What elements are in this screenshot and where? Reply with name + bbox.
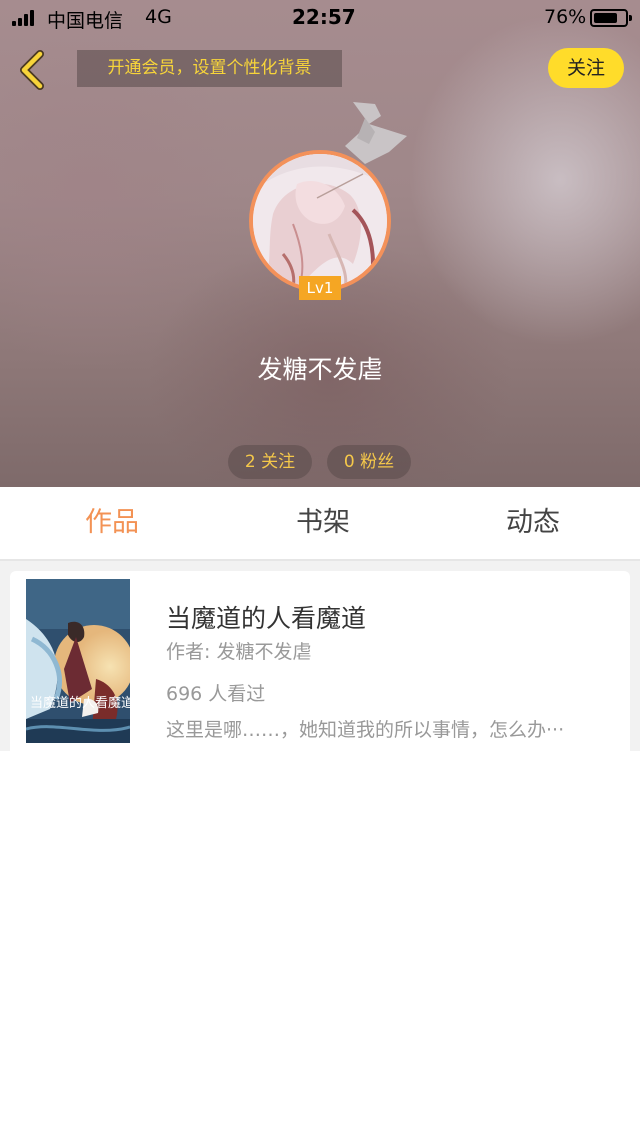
tab-activity[interactable]: 动态 xyxy=(463,487,603,559)
fans-count[interactable]: 0 粉丝 xyxy=(327,445,411,479)
work-view-count: 696 人看过 xyxy=(166,683,266,705)
work-description: 这里是哪……，她知道我的所以事情，怎么办··· xyxy=(166,719,565,741)
profile-header: 中国电信 4G 22:57 76% 开通会员，设置个性化背景 关注 Lv1 发糖… xyxy=(0,0,640,487)
vip-background-banner[interactable]: 开通会员，设置个性化背景 xyxy=(77,50,342,87)
status-bar: 中国电信 4G 22:57 76% xyxy=(0,0,640,36)
clock: 22:57 xyxy=(292,5,356,29)
level-badge: Lv1 xyxy=(299,276,341,300)
user-nickname: 发糖不发虐 xyxy=(257,355,383,384)
carrier-name: 中国电信 xyxy=(47,10,124,32)
tab-works[interactable]: 作品 xyxy=(42,487,182,559)
work-card[interactable]: 当魔道的人看魔道 当魔道的人看魔道 作者: 发糖不发虐 696 人看过 这里是哪… xyxy=(10,571,630,751)
book-cover[interactable]: 当魔道的人看魔道 xyxy=(26,579,130,743)
work-title[interactable]: 当魔道的人看魔道 xyxy=(166,599,366,635)
profile-tabs: 作品 书架 动态 xyxy=(0,487,640,561)
signal-icon xyxy=(12,10,38,26)
cover-title-text: 当魔道的人看魔道 xyxy=(30,695,130,711)
chevron-left-icon xyxy=(20,50,44,90)
follow-button[interactable]: 关注 xyxy=(548,48,624,88)
tab-bookshelf[interactable]: 书架 xyxy=(253,487,393,559)
battery-icon xyxy=(590,9,632,27)
works-list: 当魔道的人看魔道 当魔道的人看魔道 作者: 发糖不发虐 696 人看过 这里是哪… xyxy=(0,561,640,751)
battery-percent: 76% xyxy=(544,6,587,28)
empty-content-area xyxy=(0,751,640,1139)
network-type: 4G xyxy=(145,6,172,28)
avatar[interactable] xyxy=(249,150,391,292)
work-author: 作者: 发糖不发虐 xyxy=(166,641,312,663)
following-count[interactable]: 2 关注 xyxy=(228,445,312,479)
back-button[interactable] xyxy=(14,48,54,92)
